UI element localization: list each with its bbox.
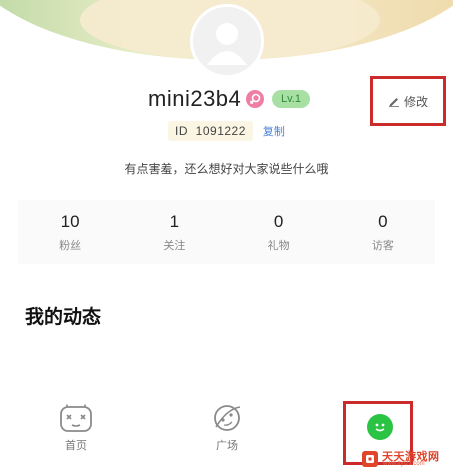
stat-following[interactable]: 1 关注: [122, 200, 226, 264]
tab-square[interactable]: 广场: [192, 403, 262, 453]
stat-fans[interactable]: 10 粉丝: [18, 200, 122, 264]
edit-label: 修改: [403, 94, 428, 109]
gamepad-icon: [60, 404, 92, 432]
edit-profile-button[interactable]: 修改: [370, 76, 446, 126]
tab-square-label: 广场: [216, 439, 238, 452]
stat-value: 0: [273, 212, 284, 231]
stat-label: 礼物: [267, 239, 290, 252]
bio-text: 有点害羞，还么想好对大家说些什么哦: [124, 162, 329, 176]
stat-value: 10: [60, 212, 80, 231]
stat-value: 1: [169, 212, 180, 231]
stat-visitors[interactable]: 0 访客: [331, 200, 435, 264]
tab-home[interactable]: 首页: [41, 403, 111, 453]
avatar[interactable]: [190, 4, 264, 78]
level-badge: Lv.1: [272, 90, 310, 108]
id-value: 1091222: [195, 124, 246, 138]
stat-value: 0: [378, 212, 388, 231]
user-id-chip: ID 1091222: [168, 121, 253, 141]
stat-gifts[interactable]: 0 礼物: [227, 200, 331, 264]
site-watermark: 天天游戏网 www.ttyl23.com: [360, 447, 450, 471]
my-posts-title: 我的动态: [25, 306, 102, 328]
female-icon: [246, 90, 264, 108]
stat-label: 粉丝: [59, 239, 82, 252]
pencil-icon: [388, 98, 399, 107]
stat-label: 关注: [163, 239, 186, 252]
profile-page: mini23b4 Lv.1 修改 ID 1091222 复制 有点害羞，还么想好…: [0, 0, 453, 473]
username: mini23b4: [148, 86, 242, 111]
id-label: ID: [175, 124, 188, 138]
stat-label: 访客: [371, 239, 394, 252]
watermark-url: www.ttyl23.com: [383, 461, 425, 467]
planet-icon: [214, 405, 241, 431]
copy-id-link[interactable]: 复制: [263, 123, 285, 139]
tab-home-label: 首页: [65, 439, 87, 452]
default-avatar-icon: [193, 7, 261, 75]
watermark-logo-icon: [362, 451, 378, 467]
id-row: ID 1091222 复制: [168, 121, 285, 141]
smiley-icon: [367, 414, 393, 440]
stats-bar: 10 粉丝 1 关注 0 礼物 0 访客: [18, 200, 435, 264]
